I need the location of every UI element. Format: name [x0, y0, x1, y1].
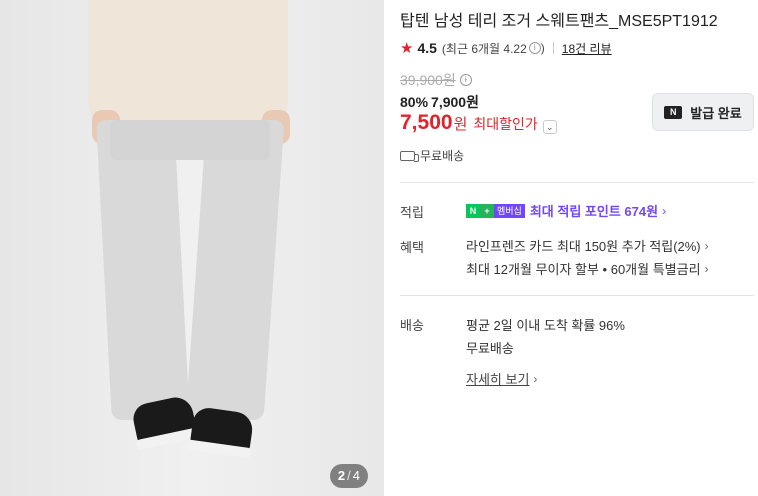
benefit-label: 혜택	[400, 240, 424, 255]
price-info-icon[interactable]: i	[459, 74, 472, 86]
truck-icon	[400, 150, 419, 162]
rating-divider	[552, 42, 554, 54]
sale-price: 7,900원	[431, 94, 479, 110]
coupon-issued-button[interactable]: N 발급 완료	[652, 93, 754, 131]
rating-score: 4.5	[417, 40, 437, 56]
gallery-page-separator: /	[347, 468, 351, 483]
star-icon: ★	[400, 40, 414, 57]
benefit-line-2: 최대 12개월 무이자 할부 • 60개월 특별금리	[466, 262, 701, 277]
points-label: 적립	[400, 205, 424, 220]
discount-percent: 80%	[400, 94, 429, 110]
pants-waist	[110, 120, 270, 160]
delivery-line-2: 무료배송	[466, 341, 514, 356]
chevron-right-icon: ›	[704, 238, 709, 253]
pants-shape	[96, 120, 285, 420]
rating-row: ★ 4.5 (최근 6개월 4.22 i ) 18건 리뷰	[400, 39, 612, 57]
free-shipping-label: 무료배송	[420, 149, 465, 163]
points-row[interactable]: N + 멤버십 최대 적립 포인트 674원 ›	[466, 201, 666, 220]
delivery-label: 배송	[400, 318, 424, 333]
discount-row: 80% 7,900원	[400, 92, 479, 112]
delivery-line-1: 평균 2일 이내 도착 확률 96%	[466, 318, 625, 333]
original-price-row: 39,900원 i	[400, 70, 472, 90]
chevron-right-icon: ›	[704, 261, 709, 276]
chevron-down-icon[interactable]: ⌄	[542, 120, 557, 134]
npay-plus: +	[480, 203, 494, 218]
original-price: 39,900원	[400, 72, 456, 88]
chevron-right-icon: ›	[662, 203, 667, 218]
benefit-installment-row[interactable]: 최대 12개월 무이자 할부 • 60개월 특별금리 ›	[466, 259, 709, 278]
pants-leg-right	[185, 120, 285, 420]
final-price: 7,500	[400, 111, 453, 134]
product-image[interactable]: 2/4	[0, 0, 384, 496]
final-price-unit: 원	[453, 116, 468, 133]
delivery-detail-row[interactable]: 자세히 보기 ›	[466, 369, 537, 388]
chevron-right-icon: ›	[533, 371, 538, 386]
final-price-row: 7,500 원 최대할인가 ⌄	[400, 111, 557, 135]
rating-note-close: )	[540, 41, 545, 55]
coupon-icon: N	[664, 105, 683, 119]
free-shipping-badge: 무료배송	[400, 147, 464, 164]
coupon-button-label: 발급 완료	[690, 105, 742, 121]
rating-note: (최근 6개월 4.22	[441, 41, 527, 56]
benefit-line-1: 라인프렌즈 카드 최대 150원 추가 적립(2%)	[466, 239, 701, 254]
npay-membership-badge: N + 멤버십	[466, 203, 525, 218]
divider	[400, 295, 754, 296]
points-text: 최대 적립 포인트 674원	[529, 204, 659, 219]
divider	[400, 182, 754, 183]
max-discount-label[interactable]: 최대할인가	[473, 114, 537, 134]
npay-member: 멤버십	[494, 203, 525, 218]
gallery-total-pages: 4	[352, 468, 360, 483]
gallery-page-indicator: 2/4	[329, 464, 368, 488]
review-count-link[interactable]: 18건 리뷰	[562, 40, 612, 57]
npay-n: N	[466, 203, 480, 218]
product-info-panel: 탑텐 남성 테리 조거 스웨트팬츠_MSE5PT1912 ★ 4.5 (최근 6…	[400, 0, 754, 496]
info-icon[interactable]: i	[528, 42, 541, 54]
gallery-current-page: 2	[337, 468, 346, 483]
delivery-detail-link[interactable]: 자세히 보기	[466, 369, 529, 388]
benefit-card-row[interactable]: 라인프렌즈 카드 최대 150원 추가 적립(2%) ›	[466, 236, 709, 255]
pants-leg-left	[96, 120, 190, 420]
product-title: 탑텐 남성 테리 조거 스웨트팬츠_MSE5PT1912	[400, 13, 718, 30]
